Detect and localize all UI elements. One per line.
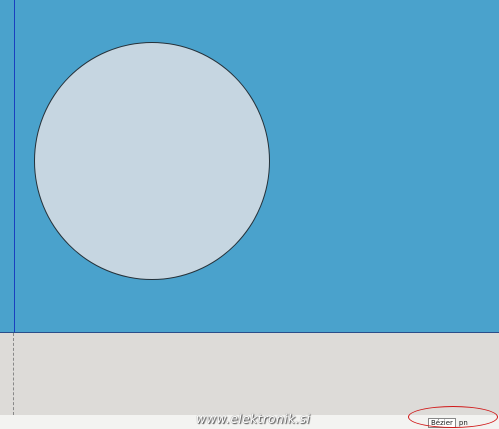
status-field-label[interactable]: Bézier <box>428 418 456 428</box>
watermark-text: www.elektronik.si <box>196 412 311 426</box>
status-value-text: pn <box>458 419 468 427</box>
vertical-guide-line <box>14 0 15 333</box>
lower-panel <box>0 333 499 415</box>
status-field-group[interactable]: Bézier pn <box>428 418 468 428</box>
dotted-guide-line <box>13 333 14 415</box>
circle-shape[interactable] <box>34 42 270 280</box>
